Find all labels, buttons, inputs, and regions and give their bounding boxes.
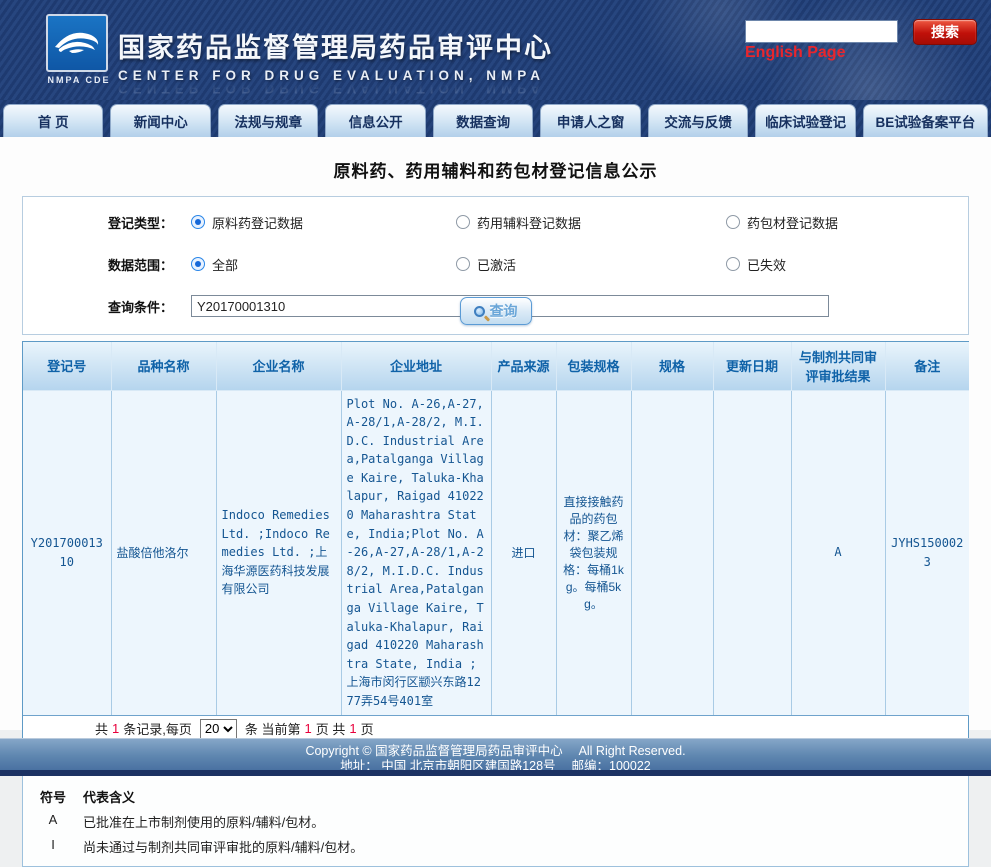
legend-symbol-header: 符号 xyxy=(23,787,83,806)
radio-label: 药用辅料登记数据 xyxy=(477,213,581,232)
logo-caption: NMPA CDE xyxy=(46,75,112,85)
radio-label: 已失效 xyxy=(747,255,786,274)
radio-scope-expired[interactable]: 已失效 xyxy=(726,255,786,274)
radio-reg-type-packaging[interactable]: 药包材登记数据 xyxy=(726,213,838,232)
col-packaging: 包装规格 xyxy=(556,342,631,390)
radio-scope-all[interactable]: 全部 xyxy=(191,255,238,274)
pager-text: 共 xyxy=(95,719,108,738)
per-page-select[interactable]: 20 xyxy=(200,719,237,739)
cell-origin: 进口 xyxy=(491,390,556,715)
legend-symbol: I xyxy=(23,837,83,856)
radio-reg-type-excipient[interactable]: 药用辅料登记数据 xyxy=(456,213,581,232)
copyright-line: Copyright © 国家药品监督管理局药品审评中心 All Right Re… xyxy=(0,744,991,759)
nav-tab-feedback[interactable]: 交流与反馈 xyxy=(648,104,748,137)
nav-tab-disclosure[interactable]: 信息公开 xyxy=(325,104,425,137)
legend-meaning: 已批准在上市制剂使用的原料/辅料/包材。 xyxy=(83,812,324,831)
page-content: 原料药、药用辅料和药包材登记信息公示 登记类型： 原料药登记数据 药用辅料登记数… xyxy=(0,137,991,730)
legend-meaning: 尚未通过与制剂共同审评审批的原料/辅料/包材。 xyxy=(83,837,363,856)
legend-header-row: 符号 代表含义 xyxy=(23,787,968,806)
radio-unchecked-icon xyxy=(456,257,470,271)
footer-bottom-strip xyxy=(0,770,991,776)
radio-label: 已激活 xyxy=(477,255,516,274)
legend-box: 符号 代表含义 A 已批准在上市制剂使用的原料/辅料/包材。 I 尚未通过与制剂… xyxy=(22,774,969,867)
radio-reg-type-api[interactable]: 原料药登记数据 xyxy=(191,213,303,232)
pager-text: 页 xyxy=(361,719,374,738)
radio-label: 药包材登记数据 xyxy=(747,213,838,232)
radio-label: 全部 xyxy=(212,255,238,274)
col-company-name: 企业名称 xyxy=(216,342,341,390)
cell-reg-no: Y20170001310 xyxy=(23,390,111,715)
cell-product-name: 盐酸倍他洛尔 xyxy=(111,390,216,715)
site-title-reflection: CENTER FOR DRUG EVALUATION, NMPA xyxy=(118,81,553,96)
query-condition-label: 查询条件： xyxy=(23,297,191,316)
english-page-link[interactable]: English Page xyxy=(745,44,845,62)
cell-update-date xyxy=(713,390,791,715)
pager-text: 条 当前第 xyxy=(245,719,301,738)
page-title: 原料药、药用辅料和药包材登记信息公示 xyxy=(0,137,991,182)
col-remark: 备注 xyxy=(885,342,969,390)
radio-unchecked-icon xyxy=(726,257,740,271)
cell-remark: JYHS1500023 xyxy=(885,390,969,715)
total-records: 1 xyxy=(112,721,119,736)
query-button[interactable]: 查询 xyxy=(460,297,532,325)
nav-tab-be-platform[interactable]: BE试验备案平台 xyxy=(863,104,988,137)
header-search-input[interactable] xyxy=(745,20,898,43)
reg-type-row: 登记类型： 原料药登记数据 药用辅料登记数据 药包材登记数据 xyxy=(23,207,968,237)
main-nav: 首 页 新闻中心 法规与规章 信息公开 数据查询 申请人之窗 交流与反馈 临床试… xyxy=(0,100,991,137)
site-logo[interactable]: NMPA CDE xyxy=(46,14,112,86)
radio-checked-icon xyxy=(191,215,205,229)
reg-type-label: 登记类型： xyxy=(23,213,191,232)
radio-unchecked-icon xyxy=(726,215,740,229)
col-review-result: 与制剂共同审评审批结果 xyxy=(791,342,885,390)
nav-tab-regulations[interactable]: 法规与规章 xyxy=(218,104,318,137)
cell-spec xyxy=(631,390,713,715)
legend-row-a: A 已批准在上市制剂使用的原料/辅料/包材。 xyxy=(23,812,968,831)
table-row: Y20170001310 盐酸倍他洛尔 Indoco Remedies Ltd.… xyxy=(23,390,969,715)
nav-tab-news[interactable]: 新闻中心 xyxy=(110,104,210,137)
radio-label: 原料药登记数据 xyxy=(212,213,303,232)
legend-meaning-header: 代表含义 xyxy=(83,787,135,806)
scope-label: 数据范围： xyxy=(23,255,191,274)
radio-scope-activated[interactable]: 已激活 xyxy=(456,255,516,274)
radio-checked-icon xyxy=(191,257,205,271)
current-page: 1 xyxy=(305,721,312,736)
col-update-date: 更新日期 xyxy=(713,342,791,390)
pager-text: 页 共 xyxy=(316,719,346,738)
nav-tab-applicant[interactable]: 申请人之窗 xyxy=(540,104,640,137)
col-product-name: 品种名称 xyxy=(111,342,216,390)
legend-row-i: I 尚未通过与制剂共同审评审批的原料/辅料/包材。 xyxy=(23,837,968,856)
cell-company-address: Plot No. A-26,A-27,A-28/1,A-28/2, M.I.D.… xyxy=(341,390,491,715)
results-table-wrap: 登记号 品种名称 企业名称 企业地址 产品来源 包装规格 规格 更新日期 与制剂… xyxy=(22,341,969,743)
site-header: NMPA CDE 国家药品监督管理局药品审评中心 CENTER FOR DRUG… xyxy=(0,0,991,100)
total-pages: 1 xyxy=(349,721,356,736)
col-reg-no: 登记号 xyxy=(23,342,111,390)
query-button-label: 查询 xyxy=(490,301,518,321)
magnifier-icon xyxy=(474,306,485,317)
nav-tab-data-query[interactable]: 数据查询 xyxy=(433,104,533,137)
cell-packaging: 直接接触药品的药包材：聚乙烯袋包装规格：每桶1kg。每桶5kg。 xyxy=(556,390,631,715)
col-company-address: 企业地址 xyxy=(341,342,491,390)
col-origin: 产品来源 xyxy=(491,342,556,390)
col-spec: 规格 xyxy=(631,342,713,390)
cell-review-result: A xyxy=(791,390,885,715)
cell-company-name: Indoco Remedies Ltd. ;Indoco Remedies Lt… xyxy=(216,390,341,715)
nav-tab-home[interactable]: 首 页 xyxy=(3,104,103,137)
radio-unchecked-icon xyxy=(456,215,470,229)
scope-row: 数据范围： 全部 已激活 已失效 xyxy=(23,249,968,279)
results-table: 登记号 品种名称 企业名称 企业地址 产品来源 包装规格 规格 更新日期 与制剂… xyxy=(23,342,969,716)
eye-swoosh-icon xyxy=(51,21,103,65)
pager-text: 条记录,每页 xyxy=(123,719,192,738)
site-titles: 国家药品监督管理局药品审评中心 CENTER FOR DRUG EVALUATI… xyxy=(118,26,553,96)
table-header-row: 登记号 品种名称 企业名称 企业地址 产品来源 包装规格 规格 更新日期 与制剂… xyxy=(23,342,969,390)
header-search-button[interactable]: 搜索 xyxy=(913,19,977,45)
cde-logo-icon xyxy=(46,14,108,72)
site-title-cn: 国家药品监督管理局药品审评中心 xyxy=(118,26,553,65)
nav-tab-clinical-trial[interactable]: 临床试验登记 xyxy=(755,104,855,137)
query-form-panel: 登记类型： 原料药登记数据 药用辅料登记数据 药包材登记数据 xyxy=(22,196,969,335)
legend-symbol: A xyxy=(23,812,83,831)
